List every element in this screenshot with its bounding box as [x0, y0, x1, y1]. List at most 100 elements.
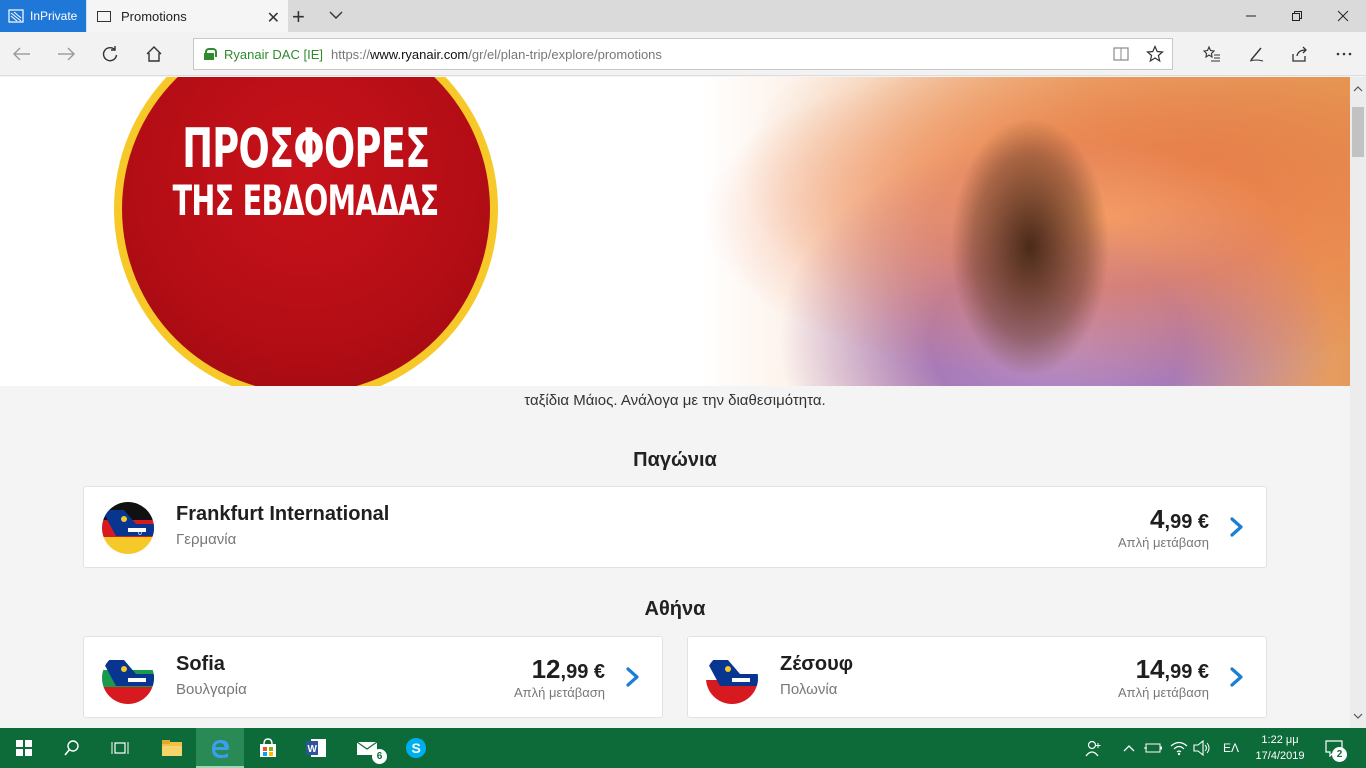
- vertical-scrollbar[interactable]: [1350, 77, 1366, 728]
- fare-type: Απλή μετάβαση: [1118, 685, 1209, 700]
- poland-tail-icon: [706, 652, 758, 704]
- skype-icon: S: [406, 738, 426, 758]
- windows-logo-icon: [16, 740, 32, 756]
- more-dots-icon: [1336, 52, 1352, 56]
- url-path: /gr/el/plan-trip/explore/promotions: [468, 46, 662, 62]
- germany-tail-icon: 0: [102, 502, 154, 554]
- forward-button[interactable]: [54, 42, 78, 66]
- windows-taskbar: W 6 S ΕΛ 1:22 μμ 17/4/2019 2: [0, 728, 1366, 768]
- price-decimal: ,99 €: [560, 661, 605, 683]
- scroll-up-arrow-icon[interactable]: [1350, 81, 1366, 97]
- page-viewport: ΠΡΟΣΦΟΡΕΣ ΤΗΣ ΕΒΔΟΜΑΔΑΣ ταξίδια Μάιος. Α…: [0, 77, 1350, 728]
- taskbar-clock[interactable]: 1:22 μμ 17/4/2019: [1250, 732, 1310, 764]
- svg-text:W: W: [308, 744, 318, 755]
- fare-price: 4,99 €: [1150, 504, 1209, 535]
- url-protocol: https://: [330, 46, 371, 62]
- badge-title: ΠΡΟΣΦΟΡΕΣ: [182, 117, 430, 180]
- refresh-button[interactable]: [98, 42, 122, 66]
- search-icon: [64, 740, 79, 756]
- chevron-right-icon[interactable]: [1228, 666, 1246, 688]
- settings-more-button[interactable]: [1332, 42, 1356, 66]
- price-integer: 4: [1150, 504, 1165, 534]
- flight-card[interactable]: Sofia Βουλγαρία 12,99 € Απλή μετάβαση: [83, 636, 663, 718]
- favorites-hub-button[interactable]: [1200, 42, 1224, 66]
- price-integer: 12: [531, 654, 561, 684]
- minimize-button[interactable]: [1228, 0, 1274, 32]
- speaker-icon: [1193, 740, 1210, 756]
- close-window-button[interactable]: [1320, 0, 1366, 32]
- page-icon: [97, 10, 111, 22]
- svg-text:0: 0: [138, 530, 142, 537]
- offers-badge: ΠΡΟΣΦΟΡΕΣ ΤΗΣ ΕΒΔΟΜΑΔΑΣ: [114, 77, 498, 386]
- start-button[interactable]: [0, 728, 48, 768]
- destination-name: Sofia: [176, 653, 225, 675]
- volume-button[interactable]: [1193, 728, 1211, 768]
- new-tab-button[interactable]: +: [292, 4, 305, 30]
- chevron-right-icon[interactable]: [624, 666, 642, 688]
- task-view-icon: [111, 742, 129, 754]
- back-arrow-icon: [13, 47, 30, 61]
- chevron-right-icon[interactable]: [1228, 516, 1246, 538]
- share-button[interactable]: [1288, 42, 1312, 66]
- battery-button[interactable]: [1144, 728, 1164, 768]
- search-button[interactable]: [48, 728, 96, 768]
- skype-button[interactable]: S: [392, 728, 440, 768]
- edge-taskbar-button[interactable]: [196, 728, 244, 768]
- people-icon: [1085, 740, 1101, 757]
- word-icon: W: [306, 739, 326, 757]
- folder-icon: [162, 740, 182, 756]
- input-language[interactable]: ΕΛ: [1223, 728, 1239, 768]
- restore-button[interactable]: [1274, 0, 1320, 32]
- back-button[interactable]: [10, 42, 34, 66]
- destination-country: Βουλγαρία: [176, 681, 247, 698]
- inprivate-label: InPrivate: [30, 9, 78, 23]
- network-button[interactable]: [1170, 728, 1188, 768]
- flight-card[interactable]: 0 Frankfurt International Γερμανία 4,99 …: [83, 486, 1267, 568]
- close-icon: [1337, 10, 1349, 22]
- lock-icon[interactable]: [204, 48, 217, 60]
- show-hidden-icons-button[interactable]: [1122, 728, 1136, 768]
- word-button[interactable]: W: [292, 728, 340, 768]
- scroll-down-arrow-icon[interactable]: [1350, 708, 1366, 724]
- file-explorer-button[interactable]: [148, 728, 196, 768]
- restore-icon: [1292, 11, 1302, 21]
- site-identity[interactable]: Ryanair DAC [IE]: [224, 47, 323, 62]
- minimize-icon: [1246, 15, 1256, 17]
- fare-type: Απλή μετάβαση: [1118, 535, 1209, 550]
- destination-country: Πολωνία: [780, 681, 838, 698]
- fare-price: 12,99 €: [532, 654, 605, 685]
- web-note-button[interactable]: [1244, 42, 1268, 66]
- tab-close-icon[interactable]: ✕: [267, 8, 280, 28]
- clock-time: 1:22 μμ: [1261, 734, 1299, 746]
- store-button[interactable]: [244, 728, 292, 768]
- fare-price: 14,99 €: [1136, 654, 1209, 685]
- flight-card[interactable]: Ζέσουφ Πολωνία 14,99 € Απλή μετάβαση: [687, 636, 1267, 718]
- mail-badge: 6: [372, 749, 387, 764]
- mail-button[interactable]: 6: [344, 728, 392, 768]
- url-host: www.ryanair.com: [370, 46, 469, 62]
- edge-icon: [212, 740, 229, 758]
- task-view-button[interactable]: [96, 728, 144, 768]
- scrollbar-thumb[interactable]: [1352, 107, 1364, 157]
- tab-preview-chevron-icon[interactable]: [328, 7, 344, 23]
- favorite-star-icon[interactable]: [1146, 45, 1164, 63]
- notification-count: 2: [1332, 747, 1347, 762]
- price-integer: 14: [1135, 654, 1165, 684]
- inprivate-icon: [8, 9, 24, 23]
- refresh-icon: [102, 46, 118, 62]
- tab-title: Promotions: [121, 8, 187, 24]
- tab-bar: InPrivate Promotions ✕ +: [0, 0, 1366, 32]
- tab-promotions[interactable]: Promotions ✕: [87, 0, 288, 32]
- home-button[interactable]: [142, 42, 166, 66]
- reading-view-icon[interactable]: [1112, 45, 1130, 63]
- address-bar[interactable]: Ryanair DAC [IE] https:// www.ryanair.co…: [193, 38, 1173, 70]
- people-button[interactable]: [1084, 728, 1102, 768]
- inprivate-indicator[interactable]: InPrivate: [0, 0, 86, 32]
- home-icon: [146, 46, 162, 62]
- destination-name: Frankfurt International: [176, 503, 390, 525]
- promo-note: ταξίδια Μάιος. Ανάλογα με την διαθεσιμότ…: [524, 392, 826, 409]
- action-center-button[interactable]: 2: [1324, 728, 1347, 768]
- clock-date: 17/4/2019: [1255, 750, 1305, 762]
- section-title-origin: Αθήνα: [644, 598, 706, 620]
- hero-photo: [700, 77, 1350, 386]
